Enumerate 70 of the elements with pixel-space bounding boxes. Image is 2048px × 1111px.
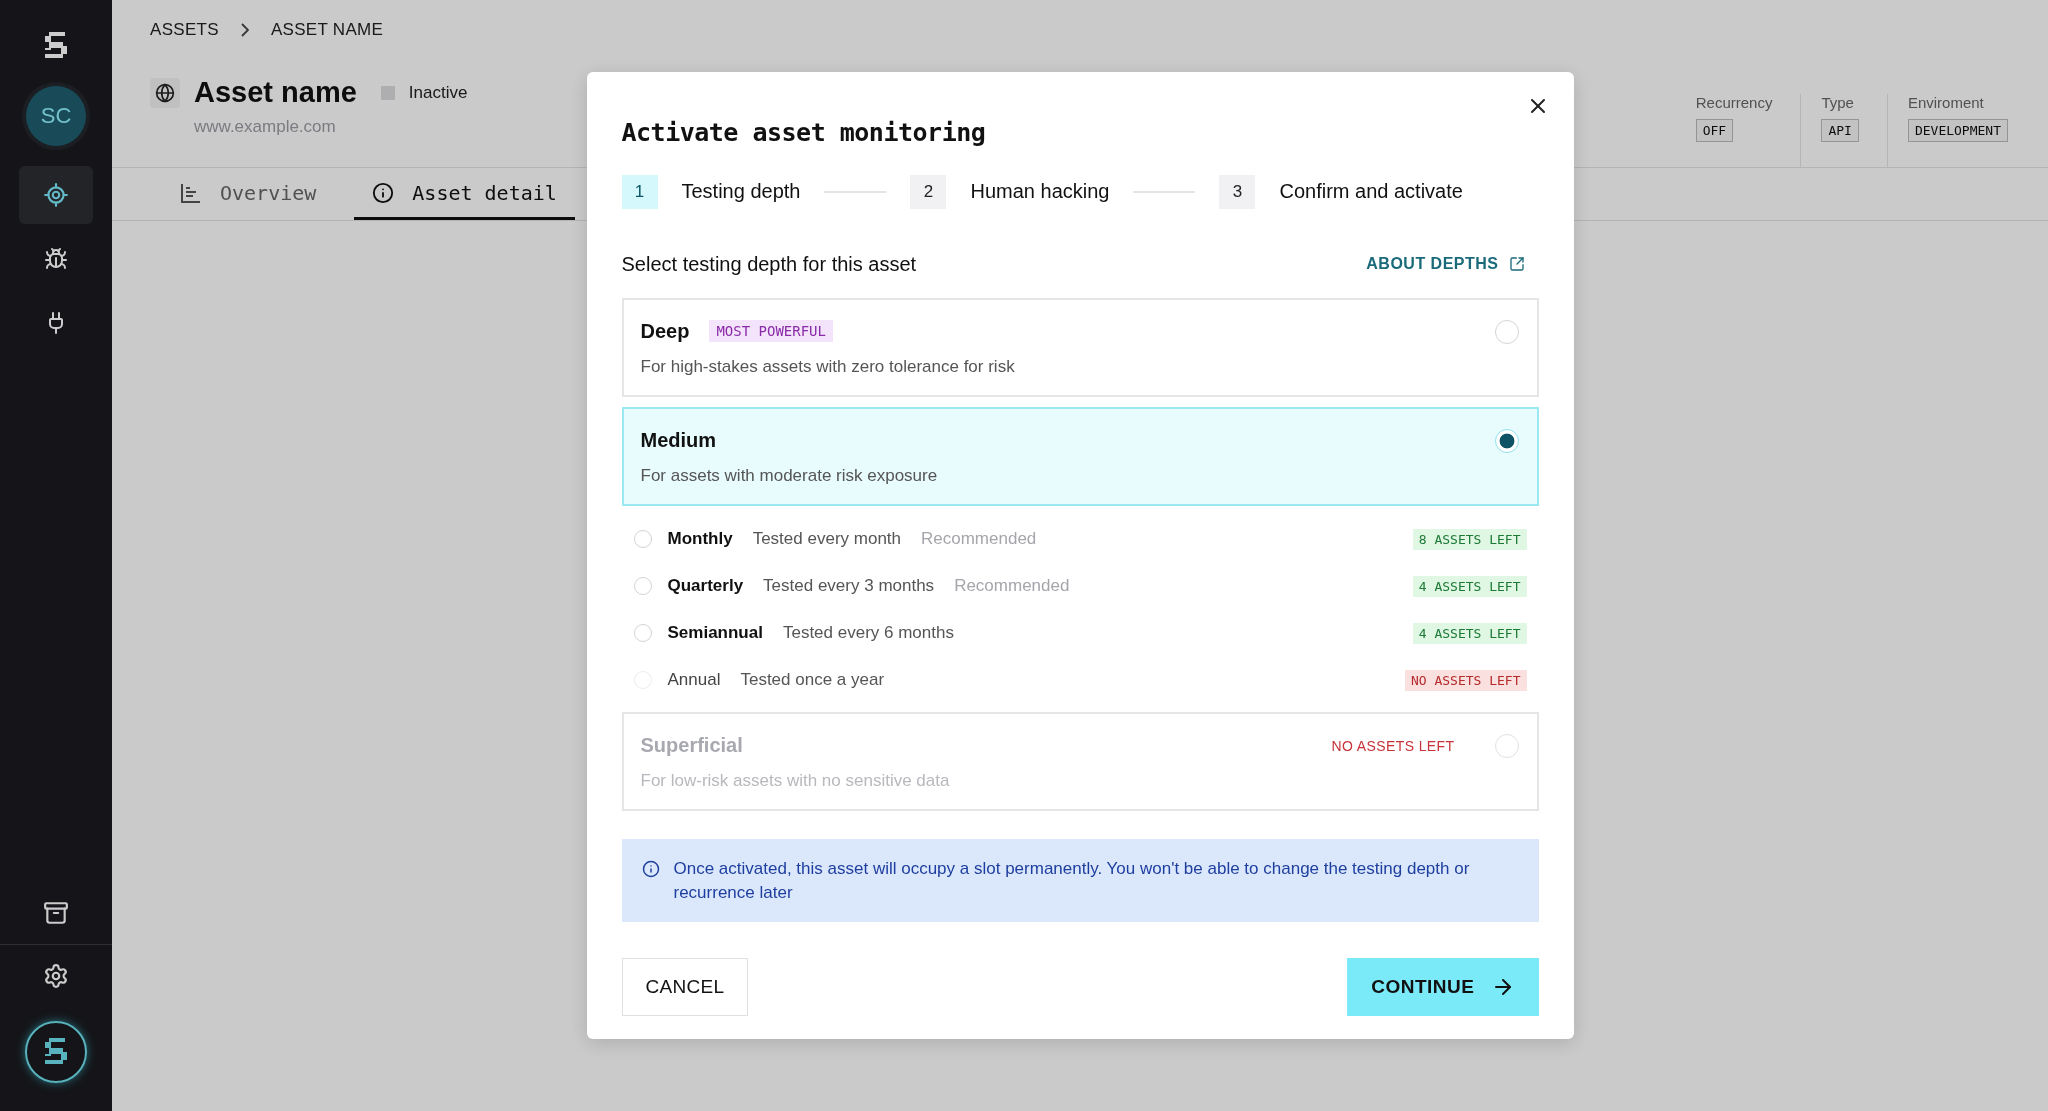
step-label: Human hacking xyxy=(970,180,1110,204)
tab[interactable]: Overview xyxy=(162,168,335,220)
radio-button[interactable] xyxy=(633,624,652,643)
user-avatar[interactable]: SC xyxy=(26,86,86,146)
radio-button[interactable] xyxy=(1494,428,1519,453)
target-icon xyxy=(43,182,69,208)
frequency-name: Monthly xyxy=(667,529,733,550)
property-label: Enviroment xyxy=(1907,94,1985,111)
depth-badge: MOST POWERFUL xyxy=(709,320,833,343)
recommended-label: Recommended xyxy=(921,529,1037,550)
tab[interactable]: Asset detail xyxy=(354,168,575,220)
depth-name: Superficial xyxy=(640,733,743,757)
depth-description: For high-stakes assets with zero tolerance for risk xyxy=(640,356,1015,377)
step-number: 1 xyxy=(621,174,658,209)
frequency-description: Tested every month xyxy=(752,529,901,550)
frequency-name: Semiannual xyxy=(667,623,763,644)
property-value: API xyxy=(1821,119,1859,142)
status-label: Inactive xyxy=(408,82,468,103)
radio-button[interactable] xyxy=(633,577,652,596)
frequency-name: Quarterly xyxy=(667,576,744,597)
archive-icon xyxy=(43,900,69,926)
notice-text: Once activated, this asset will occupy a slot permanently. You won't be able to change the testing depth or recurrence later xyxy=(673,857,1471,904)
step-number: 3 xyxy=(1219,174,1256,209)
info-icon xyxy=(372,181,395,204)
asset-url: www.example.com xyxy=(194,117,337,137)
section-heading: Select testing depth for this asset xyxy=(621,252,917,276)
depth-description: For assets with moderate risk exposure xyxy=(640,465,938,486)
about-depths-link[interactable]: ABOUT DEPTHS xyxy=(1366,255,1525,274)
breadcrumb-item[interactable]: ASSETS xyxy=(150,20,219,40)
availability-tag: 8 ASSETS LEFT xyxy=(1412,528,1527,550)
modal-title: Activate asset monitoring xyxy=(621,117,987,147)
availability-tag: 4 ASSETS LEFT xyxy=(1412,575,1527,597)
asset-title: Asset name xyxy=(194,76,357,109)
frequency-description: Tested every 6 months xyxy=(782,623,954,644)
property-value: OFF xyxy=(1695,119,1734,142)
availability-tag: NO ASSETS LEFT xyxy=(1404,669,1527,691)
radio-button[interactable] xyxy=(1494,319,1519,344)
cancel-button[interactable]: CANCEL xyxy=(621,958,749,1017)
step-label: Testing depth xyxy=(681,180,801,204)
frequency-description: Tested every 3 months xyxy=(763,576,935,597)
bar-chart-icon xyxy=(180,181,202,204)
chevron-icon xyxy=(240,23,249,37)
radio-button[interactable] xyxy=(633,530,652,549)
continue-button[interactable]: CONTINUE xyxy=(1347,958,1539,1017)
breadcrumb-item: ASSET NAME xyxy=(270,20,384,40)
frequency-name: Annual xyxy=(667,670,721,691)
frequency-description: Tested once a year xyxy=(740,670,885,691)
settings-icon xyxy=(43,963,69,989)
recommended-label: Recommended xyxy=(954,576,1070,597)
logo-icon xyxy=(45,32,67,60)
step-label: Confirm and activate xyxy=(1279,180,1463,204)
brand-badge[interactable] xyxy=(25,1021,87,1083)
depth-name: Deep xyxy=(640,319,690,343)
logo-icon xyxy=(45,1038,67,1066)
depth-option-card[interactable]: Medium For assets with moderate risk exposure xyxy=(621,406,1539,506)
property-label: Type xyxy=(1821,94,1855,111)
bug-icon xyxy=(44,247,68,271)
property-label: Recurrency xyxy=(1695,94,1773,111)
depth-description: For low-risk assets with no sensitive data xyxy=(640,770,950,791)
availability-label: NO ASSETS LEFT xyxy=(1331,737,1455,754)
info-icon xyxy=(641,859,660,878)
property-value: DEVELOPMENT xyxy=(1907,119,2008,142)
depth-option-card[interactable]: Deep MOST POWERFUL For high-stakes assets with zero tolerance for risk xyxy=(621,297,1539,397)
depth-name: Medium xyxy=(640,428,717,452)
step-number: 2 xyxy=(910,174,947,209)
sidebar-item[interactable] xyxy=(19,166,93,224)
globe-icon xyxy=(150,77,180,108)
external-link-icon xyxy=(1508,256,1525,273)
status-indicator xyxy=(380,85,395,100)
availability-tag: 4 ASSETS LEFT xyxy=(1412,622,1527,644)
